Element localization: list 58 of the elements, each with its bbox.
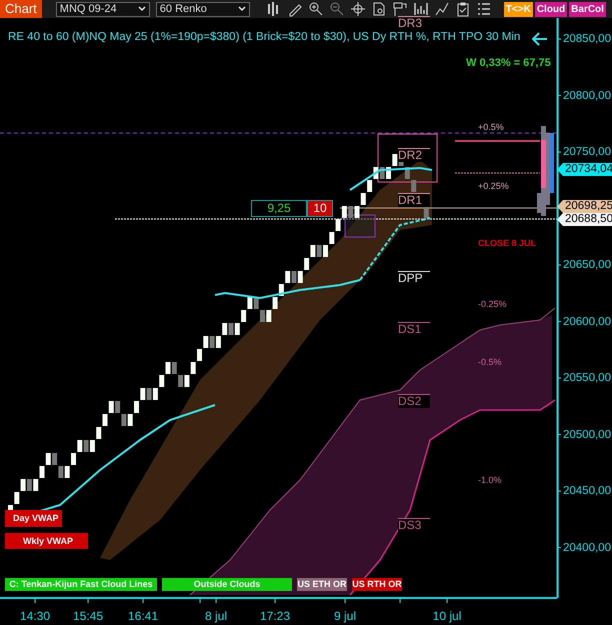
time-axis-label: 16:41 (128, 608, 158, 625)
chart-caption: RE 40 to 60 (M)NQ May 25 (1%=190p=$380) (1 Brick=$20 to $30), US Dy RTH %, RTH TPO 30 Min (8, 31, 520, 44)
percent-label: -1.0% (478, 474, 502, 487)
indicator-label: C: Tenkan-Kijun Fast Cloud Lines (5, 578, 157, 591)
clipboard-icon[interactable] (454, 1, 471, 17)
percent-label: -0.25% (478, 298, 507, 311)
bar-chart-icon[interactable] (412, 1, 429, 17)
back-arrow-icon[interactable] (532, 32, 548, 46)
zoom-in-icon[interactable] (308, 1, 324, 17)
price-axis-label: 20650,00 (563, 259, 611, 272)
crosshair-icon[interactable] (350, 1, 366, 17)
time-axis-label: 8 jul (205, 608, 227, 625)
chevron-icon (238, 6, 246, 12)
percent-label: -0.5% (478, 356, 502, 369)
price-axis-label: 20500,00 (563, 428, 611, 442)
flag-icon[interactable] (392, 1, 408, 17)
highlight-box (344, 214, 376, 238)
percent-label: +0.25% (478, 180, 509, 193)
toolbar-button[interactable]: BarCol (569, 2, 606, 16)
price-axis-label: 20450,00 (563, 485, 611, 498)
price-axis-label: 20400,00 (563, 542, 611, 554)
toolbar-button[interactable]: Cloud (534, 2, 568, 16)
level-label: DR1 (398, 193, 430, 207)
dropdown[interactable]: MNQ 09-24 (56, 2, 150, 16)
time-axis-label: 14:30 (20, 608, 50, 625)
range-readout: W 0,33% = 67,75 (466, 56, 551, 71)
close-label: CLOSE 8 JUL (478, 237, 536, 250)
indicator-label: US ETH OR (297, 578, 347, 591)
price-axis-label: 20850,00 (563, 33, 611, 46)
brick-count: 10 (307, 200, 333, 217)
window-title: Chart (0, 0, 42, 18)
chevron-icon (138, 6, 146, 12)
page-search-icon[interactable] (370, 1, 387, 17)
brick-value: 9,25 (251, 200, 307, 217)
price-axis-label: 20600,00 (563, 316, 611, 328)
highlight-box (378, 134, 438, 182)
price-axis-label: 20550,00 (563, 372, 611, 385)
indicator-label: US RTH OR (352, 578, 402, 591)
line-chart-icon[interactable] (434, 1, 450, 17)
vwap-label: Wkly VWAP (5, 533, 88, 549)
time-axis-label: 17:23 (260, 608, 290, 625)
level-label: DR2 (398, 148, 430, 162)
vwap-label: Day VWAP (5, 510, 62, 527)
level-label: DS2 (398, 394, 430, 408)
price-axis-label: 20800,00 (563, 90, 611, 102)
time-axis-label: 10 jul (432, 608, 462, 625)
level-label: DS3 (398, 518, 430, 532)
list-icon[interactable] (476, 1, 492, 17)
time-axis-label: 9 jul (334, 608, 356, 625)
level-label: DR3 (398, 16, 430, 30)
price-axis-label: 20750,00 (563, 146, 611, 159)
time-axis-label: 15:45 (72, 608, 104, 625)
percent-label: +0.5% (478, 121, 504, 134)
level-label: DS1 (398, 322, 430, 336)
level-label: DPP (398, 271, 430, 285)
indicator-label: Outside Clouds (162, 578, 292, 591)
zoom-out-icon[interactable] (328, 1, 345, 17)
dropdown[interactable]: 60 Renko (156, 2, 250, 16)
